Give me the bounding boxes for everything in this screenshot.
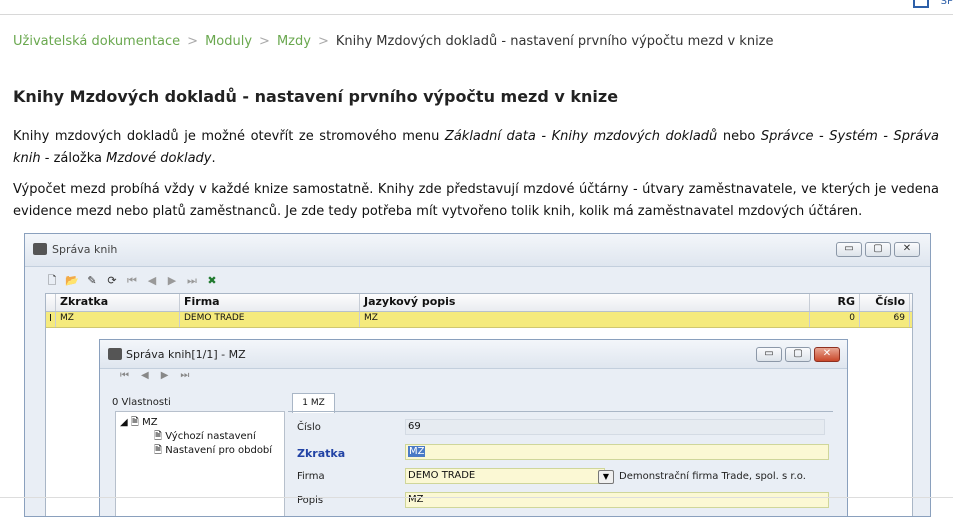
page-title: Knihy Mzdových dokladů - nastavení první… xyxy=(13,87,619,106)
column-header-cislo[interactable]: Číslo xyxy=(860,294,910,311)
popis-field[interactable]: MZ xyxy=(405,492,829,508)
last-record-icon[interactable]: ⏭ xyxy=(185,274,199,288)
tree-node-label: Výchozí nastavení xyxy=(165,431,256,442)
breadcrumb-link-modules[interactable]: Moduly xyxy=(205,34,252,49)
book-form: Číslo 69 Zkratka MZ Firma DEMO TRADE ▼ D… xyxy=(288,411,833,516)
edit-icon[interactable]: ✎ xyxy=(85,274,99,288)
window-title: Správa knih[1/1] - MZ xyxy=(126,348,246,361)
zkratka-value: MZ xyxy=(408,446,426,457)
toolbar: 🗋 📂 ✎ ⟳ ⏮ ◀ ▶ ⏭ ✖ xyxy=(45,272,219,290)
book-detail-window: Správa knih[1/1] - MZ ▭ ▢ ✕ ⏮ ◀ ▶ ⏭ 0 Vl… xyxy=(99,339,848,517)
first-record-icon[interactable]: ⏮ xyxy=(125,274,139,288)
previous-record-icon[interactable]: ◀ xyxy=(145,274,159,288)
app-icon xyxy=(33,243,47,255)
tree-node-root[interactable]: ◢ 🗎 MZ xyxy=(120,415,158,432)
breadcrumb: Uživatelská dokumentace > Moduly > Mzdy > Knih… xyxy=(13,34,774,49)
maximize-button[interactable]: ▢ xyxy=(865,242,891,257)
description-paragraph: Výpočet mezd probíhá vždy v každé knize … xyxy=(13,182,939,219)
breadcrumb-separator: > xyxy=(259,34,270,49)
minimize-button[interactable]: ▭ xyxy=(836,242,862,257)
para-text: nebo xyxy=(717,129,761,144)
previous-record-icon[interactable]: ◀ xyxy=(141,370,149,385)
app-icon xyxy=(108,348,122,360)
zkratka-label: Zkratka xyxy=(297,447,346,460)
new-document-icon[interactable]: 🗋 xyxy=(45,274,59,288)
tree-node-label: MZ xyxy=(142,417,158,428)
collapse-icon[interactable]: ◢ xyxy=(120,417,128,428)
breadcrumb-link-mzdy[interactable]: Mzdy xyxy=(277,34,311,49)
properties-panel: 0 Vlastnosti ◢ 🗎 MZ 🗎 Výchozí nastavení … xyxy=(112,397,285,516)
document-icon: 🗎 xyxy=(154,445,163,456)
grid-corner xyxy=(46,294,56,311)
breadcrumb-link-docs[interactable]: Uživatelská dokumentace xyxy=(13,34,180,49)
cell-popis[interactable]: MZ xyxy=(360,312,810,327)
first-record-icon[interactable]: ⏮ xyxy=(120,370,129,385)
window-titlebar[interactable]: Správa knih ▭ ▢ ✕ xyxy=(25,234,930,267)
column-header-popis[interactable]: Jazykový popis xyxy=(360,294,810,311)
top-bar-text[interactable]: SP xyxy=(941,0,953,7)
minimize-button[interactable]: ▭ xyxy=(756,347,782,362)
column-header-zkratka[interactable]: Zkratka xyxy=(56,294,180,311)
window-titlebar[interactable]: Správa knih[1/1] - MZ ▭ ▢ ✕ xyxy=(100,340,847,369)
refresh-icon[interactable]: ⟳ xyxy=(105,274,119,288)
maximize-button[interactable]: ▢ xyxy=(785,347,811,362)
cell-cislo[interactable]: 69 xyxy=(860,312,910,327)
row-marker: I xyxy=(46,312,56,327)
para-emphasis: Mzdové doklady xyxy=(106,151,212,166)
breadcrumb-separator: > xyxy=(317,34,329,49)
breadcrumb-current: Knihy Mzdových dokladů - nastavení první… xyxy=(335,34,774,49)
excel-export-icon[interactable]: ✖ xyxy=(205,274,219,288)
para-text: Knihy mzdových dokladů je možné otevřít … xyxy=(13,129,445,144)
next-record-icon[interactable]: ▶ xyxy=(161,370,169,385)
cell-firma[interactable]: DEMO TRADE xyxy=(180,312,360,327)
cell-zkratka[interactable]: MZ xyxy=(56,312,180,327)
record-navigation: ⏮ ◀ ▶ ⏭ xyxy=(120,370,189,385)
last-record-icon[interactable]: ⏭ xyxy=(180,370,189,385)
cislo-label: Číslo xyxy=(297,422,321,433)
tab-mz[interactable]: 1 MZ xyxy=(292,393,335,413)
open-folder-icon[interactable]: 📂 xyxy=(65,274,79,288)
zkratka-field[interactable]: MZ xyxy=(405,444,829,460)
para-text: . xyxy=(211,151,216,166)
firma-select[interactable]: DEMO TRADE xyxy=(405,468,605,484)
next-record-icon[interactable]: ▶ xyxy=(165,274,179,288)
close-button[interactable]: ✕ xyxy=(894,242,920,257)
cislo-field: 69 xyxy=(405,419,825,435)
divider xyxy=(0,497,953,498)
tree-node-period-settings[interactable]: 🗎 Nastavení pro období xyxy=(154,443,272,460)
properties-label: 0 Vlastnosti xyxy=(112,397,171,408)
window-title: Správa knih xyxy=(52,243,118,256)
table-row[interactable]: I MZ DEMO TRADE MZ 0 69 xyxy=(46,312,912,328)
document-icon: 🗎 xyxy=(154,431,163,442)
tree-node-label: Nastavení pro období xyxy=(165,445,273,456)
cell-rg[interactable]: 0 xyxy=(810,312,860,327)
column-header-firma[interactable]: Firma xyxy=(180,294,360,311)
close-button[interactable]: ✕ xyxy=(814,347,840,362)
column-header-rg[interactable]: RG xyxy=(810,294,860,311)
menu-icon[interactable] xyxy=(913,0,929,8)
firma-label: Firma xyxy=(297,471,325,482)
intro-paragraph: Knihy mzdových dokladů je možné otevřít … xyxy=(13,126,939,170)
breadcrumb-separator: > xyxy=(187,34,199,49)
para-emphasis: Základní data - Knihy mzdových dokladů xyxy=(444,129,718,144)
chevron-down-icon[interactable]: ▼ xyxy=(598,470,614,484)
properties-tree: ◢ 🗎 MZ 🗎 Výchozí nastavení 🗎 Nastavení p… xyxy=(115,411,285,516)
para-text: - záložka xyxy=(40,151,107,166)
top-bar: SP xyxy=(0,0,953,15)
grid-header: Zkratka Firma Jazykový popis RG Číslo xyxy=(46,294,912,312)
firma-description: Demonstrační firma Trade, spol. s r.o. xyxy=(619,471,806,482)
document-icon: 🗎 xyxy=(130,417,139,428)
